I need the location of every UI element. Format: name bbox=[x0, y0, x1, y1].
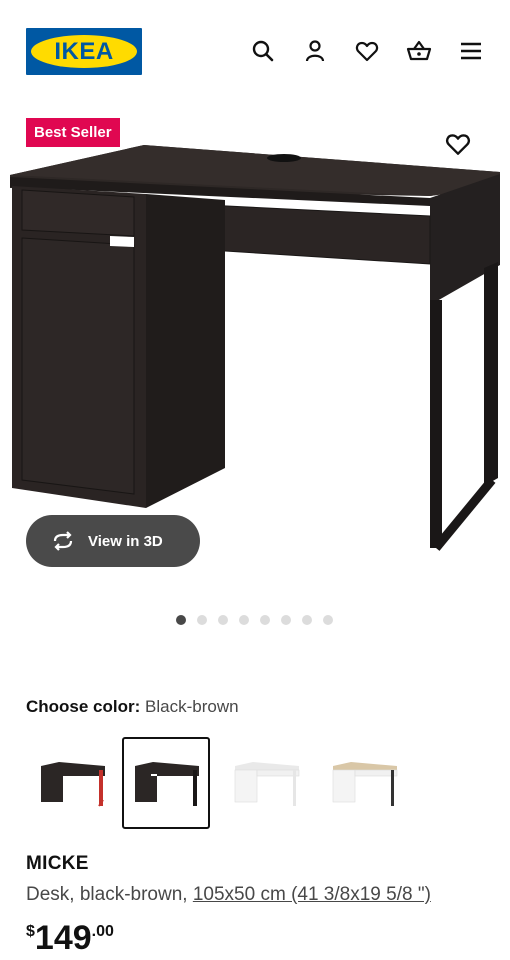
search-icon[interactable] bbox=[250, 38, 276, 64]
heart-icon[interactable] bbox=[354, 38, 380, 64]
image-carousel-indicator bbox=[176, 615, 333, 625]
color-option-black-red[interactable] bbox=[28, 737, 116, 829]
price-integer: 149 bbox=[34, 919, 92, 957]
price-decimal: .00 bbox=[91, 923, 114, 940]
choose-color-heading: Choose color: Black-brown bbox=[26, 697, 239, 717]
product-price: $ 149 .00 bbox=[26, 918, 114, 958]
carousel-dot[interactable] bbox=[323, 615, 333, 625]
logo-text: IKEA bbox=[54, 37, 114, 65]
view-in-3d-button[interactable]: View in 3D bbox=[26, 515, 200, 567]
product-type-color: Desk, black-brown, bbox=[26, 884, 193, 905]
carousel-dot[interactable] bbox=[197, 615, 207, 625]
color-option-white[interactable] bbox=[222, 737, 310, 829]
carousel-dot[interactable] bbox=[260, 615, 270, 625]
product-description: Desk, black-brown, 105x50 cm (41 3/8x19 … bbox=[26, 884, 431, 906]
carousel-dot[interactable] bbox=[218, 615, 228, 625]
user-icon[interactable] bbox=[302, 38, 328, 64]
carousel-dot[interactable] bbox=[239, 615, 249, 625]
logo-oval: IKEA bbox=[31, 35, 137, 68]
product-image[interactable] bbox=[0, 140, 510, 560]
view-in-3d-label: View in 3D bbox=[88, 532, 163, 550]
basket-icon[interactable] bbox=[406, 38, 432, 64]
product-dimensions-link[interactable]: 105x50 cm (41 3/8x19 5/8 ") bbox=[193, 884, 431, 905]
color-option-white-oak[interactable] bbox=[320, 737, 408, 829]
rotate-3d-icon bbox=[53, 531, 73, 551]
ikea-logo[interactable]: IKEA bbox=[26, 28, 142, 75]
add-to-favorites-icon[interactable] bbox=[444, 130, 472, 158]
top-header: IKEA bbox=[0, 0, 510, 100]
carousel-dot[interactable] bbox=[176, 615, 186, 625]
price-currency: $ bbox=[26, 923, 35, 940]
choose-color-label: Choose color: bbox=[26, 697, 141, 716]
menu-icon[interactable] bbox=[458, 38, 484, 64]
product-name: MICKE bbox=[26, 853, 89, 874]
carousel-dot[interactable] bbox=[281, 615, 291, 625]
carousel-dot[interactable] bbox=[302, 615, 312, 625]
selected-color-value: Black-brown bbox=[145, 697, 239, 716]
color-swatches bbox=[28, 737, 488, 829]
color-option-black-brown[interactable] bbox=[122, 737, 210, 829]
